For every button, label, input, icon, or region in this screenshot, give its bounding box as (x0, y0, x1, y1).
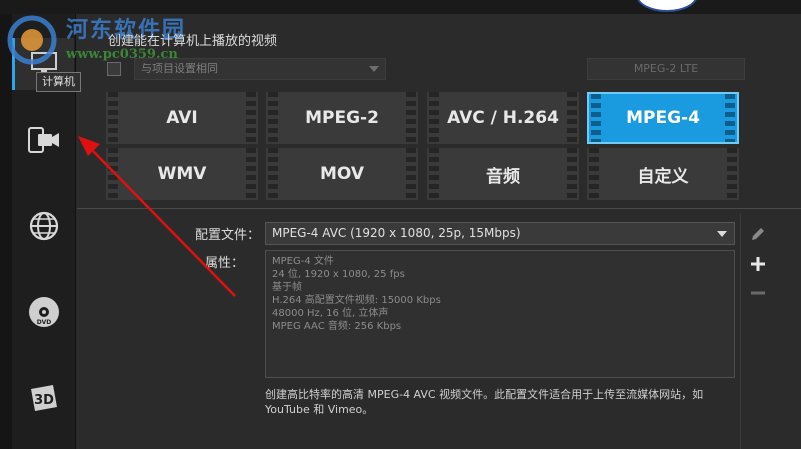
format-label: AVI (166, 108, 198, 128)
dvd-icon: DVD (29, 297, 59, 327)
edit-profile-button[interactable] (746, 222, 770, 246)
property-line: MPEG-4 文件 (272, 256, 334, 267)
tooltip-computer: 计算机 (36, 72, 81, 92)
remove-profile-button[interactable] (746, 281, 770, 305)
property-line: 基于帧 (272, 282, 302, 293)
properties-label: 属性： (204, 256, 244, 271)
panel-divider (77, 208, 801, 209)
page-title: 创建能在计算机上播放的视频 (108, 34, 278, 49)
property-line: H.264 高配置文件视频: 15000 Kbps (272, 295, 441, 306)
disabled-top-button[interactable]: MPEG-2 LTE (587, 58, 745, 80)
format-tile-wmv[interactable]: WMV (106, 148, 258, 200)
format-label: WMV (157, 164, 207, 184)
format-tile-mpeg4[interactable]: MPEG-4 (587, 92, 739, 144)
format-tile-avc-h264[interactable]: AVC / H.264 (427, 92, 579, 144)
format-tile-mov[interactable]: MOV (266, 148, 418, 200)
3d-icon: 3D (31, 385, 57, 411)
svg-text:DVD: DVD (37, 319, 52, 326)
format-label: MPEG-4 (626, 108, 700, 128)
profile-label: 配置文件： (194, 228, 260, 243)
pencil-icon (752, 228, 764, 240)
tools-divider (740, 214, 741, 449)
same-as-project-dropdown[interactable]: 与项目设置相同 (134, 58, 386, 80)
format-tile-custom[interactable]: 自定义 (587, 148, 739, 200)
same-as-project-label: 与项目设置相同 (141, 62, 218, 75)
format-tile-avi[interactable]: AVI (106, 92, 258, 144)
sidebar-item-device[interactable] (14, 114, 74, 166)
format-label: MOV (319, 164, 365, 184)
profile-dropdown[interactable]: MPEG-4 AVC (1920 x 1080, 25p, 15Mbps) (265, 222, 735, 245)
format-label: MPEG-2 (305, 108, 379, 128)
sidebar-item-online[interactable] (14, 200, 74, 252)
format-tile-audio[interactable]: 音频 (427, 148, 579, 200)
chevron-down-icon (369, 66, 379, 72)
globe-icon (29, 211, 59, 241)
format-tile-mpeg2[interactable]: MPEG-2 (266, 92, 418, 144)
sidebar-item-disc[interactable]: DVD (14, 286, 74, 338)
add-profile-button[interactable] (746, 252, 770, 276)
property-line: 24 位, 1920 x 1080, 25 fps (272, 269, 405, 280)
sidebar-edge (0, 14, 12, 449)
minus-icon (751, 291, 765, 295)
same-as-project-checkbox[interactable] (107, 62, 121, 76)
svg-text:3D: 3D (34, 393, 54, 408)
format-label: 音频 (486, 166, 520, 187)
property-line: MPEG AAC 音频: 256 Kbps (272, 321, 402, 332)
format-label: 自定义 (637, 166, 689, 187)
profile-value: MPEG-4 AVC (1920 x 1080, 25p, 15Mbps) (272, 226, 521, 240)
sidebar-item-3d[interactable]: 3D (14, 372, 74, 424)
profile-description: 创建高比特率的高清 MPEG-4 AVC 视频文件。此配置文件适合用于上传至流媒… (265, 388, 704, 416)
chevron-down-icon (717, 231, 727, 237)
watermark-logo-icon (7, 15, 57, 65)
device-camera-icon (28, 127, 59, 153)
properties-box: MPEG-4 文件 24 位, 1920 x 1080, 25 fps 基于帧 … (265, 250, 735, 378)
plus-icon (751, 257, 765, 271)
format-label: AVC / H.264 (447, 108, 559, 128)
property-line: 48000 Hz, 16 位, 立体声 (272, 308, 389, 319)
